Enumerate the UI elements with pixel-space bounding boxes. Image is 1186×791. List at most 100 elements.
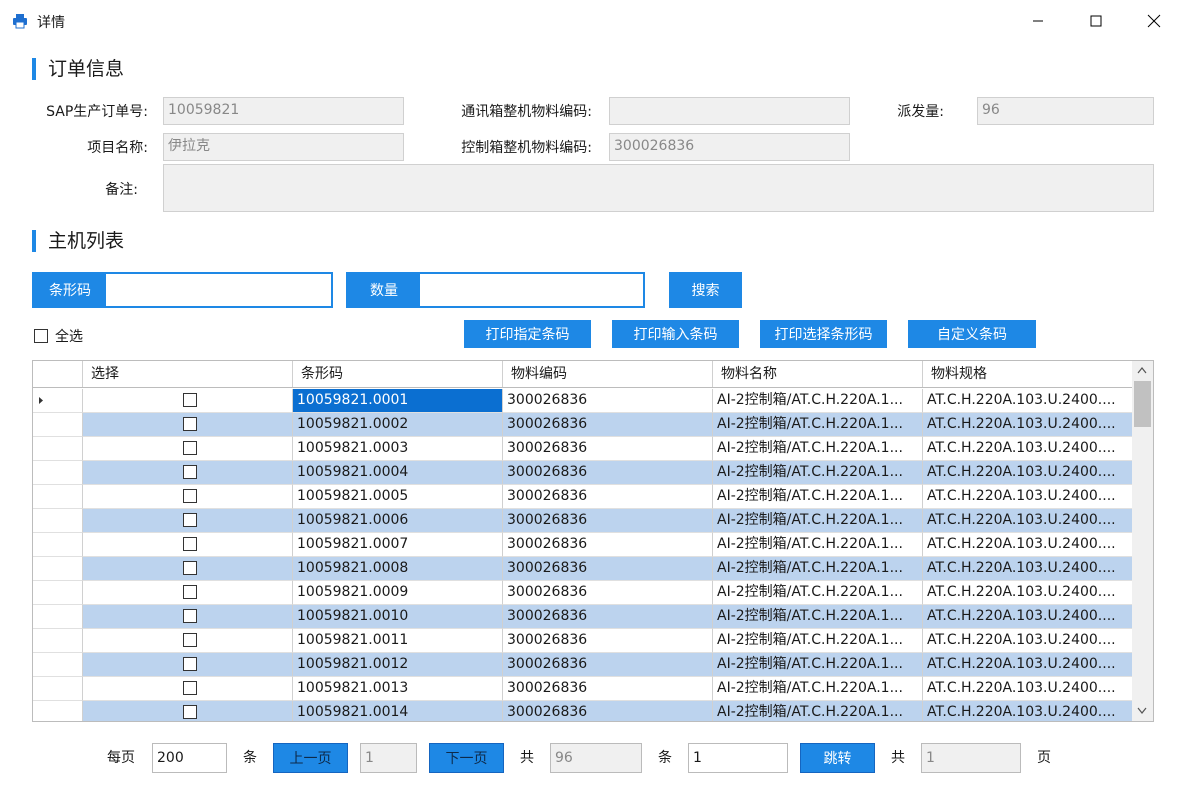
barcode-cell[interactable]: 10059821.0006 bbox=[293, 509, 503, 533]
table-row[interactable]: 10059821.0003 300026836 AI-2控制箱/AT.C.H.220… bbox=[33, 437, 1133, 461]
material-spec-cell[interactable]: AT.C.H.220A.103.U.2400.... bbox=[923, 701, 1133, 721]
row-header[interactable] bbox=[33, 701, 83, 721]
material-spec-cell[interactable]: AT.C.H.220A.103.U.2400.... bbox=[923, 557, 1133, 581]
material-code-cell[interactable]: 300026836 bbox=[503, 509, 713, 533]
table-row[interactable]: 10059821.0007 300026836 AI-2控制箱/AT.C.H.220… bbox=[33, 533, 1133, 557]
barcode-cell[interactable]: 10059821.0004 bbox=[293, 461, 503, 485]
material-spec-cell[interactable]: AT.C.H.220A.103.U.2400.... bbox=[923, 605, 1133, 629]
material-code-cell[interactable]: 300026836 bbox=[503, 677, 713, 701]
row-header[interactable] bbox=[33, 533, 83, 557]
comm-box-code-field[interactable] bbox=[609, 97, 850, 125]
material-spec-cell[interactable]: AT.C.H.220A.103.U.2400.... bbox=[923, 485, 1133, 509]
sap-order-field[interactable]: 10059821 bbox=[163, 97, 404, 125]
material-code-cell[interactable]: 300026836 bbox=[503, 413, 713, 437]
row-header[interactable] bbox=[33, 677, 83, 701]
select-cell[interactable] bbox=[83, 485, 293, 509]
select-cell[interactable] bbox=[83, 413, 293, 437]
material-code-cell[interactable]: 300026836 bbox=[503, 605, 713, 629]
barcode-cell[interactable]: 10059821.0001 bbox=[293, 389, 503, 413]
material-spec-cell[interactable]: AT.C.H.220A.103.U.2400.... bbox=[923, 629, 1133, 653]
table-row[interactable]: 10059821.0011 300026836 AI-2控制箱/AT.C.H.220… bbox=[33, 629, 1133, 653]
row-checkbox[interactable] bbox=[182, 513, 197, 527]
print-specified-button[interactable]: 打印指定条码 bbox=[464, 320, 591, 348]
barcode-input[interactable] bbox=[106, 274, 331, 306]
material-spec-cell[interactable]: AT.C.H.220A.103.U.2400.... bbox=[923, 677, 1133, 701]
material-name-cell[interactable]: AI-2控制箱/AT.C.H.220A.1... bbox=[713, 413, 923, 437]
select-cell[interactable] bbox=[83, 653, 293, 677]
material-code-cell[interactable]: 300026836 bbox=[503, 461, 713, 485]
material-name-cell[interactable]: AI-2控制箱/AT.C.H.220A.1... bbox=[713, 701, 923, 721]
column-header-select[interactable]: 选择 bbox=[83, 361, 293, 387]
select-all-checkbox[interactable] bbox=[34, 329, 48, 343]
row-checkbox[interactable] bbox=[182, 657, 197, 671]
material-name-cell[interactable]: AI-2控制箱/AT.C.H.220A.1... bbox=[713, 461, 923, 485]
table-row[interactable]: 10059821.0005 300026836 AI-2控制箱/AT.C.H.220… bbox=[33, 485, 1133, 509]
material-spec-cell[interactable]: AT.C.H.220A.103.U.2400.... bbox=[923, 653, 1133, 677]
row-checkbox[interactable] bbox=[182, 441, 197, 455]
material-code-cell[interactable]: 300026836 bbox=[503, 533, 713, 557]
barcode-cell[interactable]: 10059821.0007 bbox=[293, 533, 503, 557]
row-header[interactable] bbox=[33, 653, 83, 677]
material-name-cell[interactable]: AI-2控制箱/AT.C.H.220A.1... bbox=[713, 677, 923, 701]
material-name-cell[interactable]: AI-2控制箱/AT.C.H.220A.1... bbox=[713, 581, 923, 605]
current-page-field[interactable]: 1 bbox=[360, 743, 417, 773]
column-header-material-spec[interactable]: 物料规格 bbox=[923, 361, 1133, 387]
print-selected-button[interactable]: 打印选择条形码 bbox=[760, 320, 887, 348]
table-row[interactable]: 10059821.0012 300026836 AI-2控制箱/AT.C.H.220… bbox=[33, 653, 1133, 677]
row-header[interactable] bbox=[33, 605, 83, 629]
material-spec-cell[interactable]: AT.C.H.220A.103.U.2400.... bbox=[923, 461, 1133, 485]
material-name-cell[interactable]: AI-2控制箱/AT.C.H.220A.1... bbox=[713, 533, 923, 557]
column-header-barcode[interactable]: 条形码 bbox=[293, 361, 503, 387]
row-checkbox[interactable] bbox=[182, 585, 197, 599]
prev-page-button[interactable]: 上一页 bbox=[273, 743, 348, 773]
row-checkbox[interactable] bbox=[182, 561, 197, 575]
dispatch-field[interactable]: 96 bbox=[977, 97, 1154, 125]
row-checkbox[interactable] bbox=[182, 393, 197, 407]
material-name-cell[interactable]: AI-2控制箱/AT.C.H.220A.1... bbox=[713, 485, 923, 509]
material-name-cell[interactable]: AI-2控制箱/AT.C.H.220A.1... bbox=[713, 509, 923, 533]
select-cell[interactable] bbox=[83, 437, 293, 461]
maximize-button[interactable] bbox=[1073, 6, 1119, 36]
row-checkbox[interactable] bbox=[182, 633, 197, 647]
jump-button[interactable]: 跳转 bbox=[800, 743, 875, 773]
remark-field[interactable] bbox=[163, 164, 1154, 212]
barcode-cell[interactable]: 10059821.0010 bbox=[293, 605, 503, 629]
column-header-material-name[interactable]: 物料名称 bbox=[713, 361, 923, 387]
custom-barcode-button[interactable]: 自定义条码 bbox=[908, 320, 1036, 348]
barcode-cell[interactable]: 10059821.0005 bbox=[293, 485, 503, 509]
material-spec-cell[interactable]: AT.C.H.220A.103.U.2400.... bbox=[923, 413, 1133, 437]
select-cell[interactable] bbox=[83, 581, 293, 605]
material-name-cell[interactable]: AI-2控制箱/AT.C.H.220A.1... bbox=[713, 653, 923, 677]
material-code-cell[interactable]: 300026836 bbox=[503, 701, 713, 721]
row-checkbox[interactable] bbox=[182, 609, 197, 623]
select-cell[interactable] bbox=[83, 509, 293, 533]
material-name-cell[interactable]: AI-2控制箱/AT.C.H.220A.1... bbox=[713, 437, 923, 461]
row-header[interactable] bbox=[33, 509, 83, 533]
material-code-cell[interactable]: 300026836 bbox=[503, 629, 713, 653]
table-row[interactable]: 10059821.0009 300026836 AI-2控制箱/AT.C.H.220… bbox=[33, 581, 1133, 605]
total-count-field[interactable]: 96 bbox=[550, 743, 642, 773]
material-code-cell[interactable]: 300026836 bbox=[503, 581, 713, 605]
select-cell[interactable] bbox=[83, 533, 293, 557]
barcode-cell[interactable]: 10059821.0008 bbox=[293, 557, 503, 581]
select-cell[interactable] bbox=[83, 557, 293, 581]
column-header-material-code[interactable]: 物料编码 bbox=[503, 361, 713, 387]
select-all[interactable]: 全选 bbox=[34, 326, 83, 346]
row-checkbox[interactable] bbox=[182, 417, 197, 431]
barcode-cell[interactable]: 10059821.0003 bbox=[293, 437, 503, 461]
table-row[interactable]: 10059821.0006 300026836 AI-2控制箱/AT.C.H.220… bbox=[33, 509, 1133, 533]
barcode-cell[interactable]: 10059821.0002 bbox=[293, 413, 503, 437]
row-header[interactable] bbox=[33, 629, 83, 653]
barcode-cell[interactable]: 10059821.0009 bbox=[293, 581, 503, 605]
material-spec-cell[interactable]: AT.C.H.220A.103.U.2400.... bbox=[923, 509, 1133, 533]
barcode-cell[interactable]: 10059821.0011 bbox=[293, 629, 503, 653]
total-pages-field[interactable]: 1 bbox=[921, 743, 1021, 773]
quantity-input[interactable] bbox=[420, 274, 643, 306]
table-row[interactable]: 10059821.0001 300026836 AI-2控制箱/AT.C.H.220… bbox=[33, 389, 1133, 413]
select-cell[interactable] bbox=[83, 677, 293, 701]
material-spec-cell[interactable]: AT.C.H.220A.103.U.2400.... bbox=[923, 581, 1133, 605]
project-name-field[interactable]: 伊拉克 bbox=[163, 133, 404, 161]
material-name-cell[interactable]: AI-2控制箱/AT.C.H.220A.1... bbox=[713, 389, 923, 413]
row-header[interactable] bbox=[33, 581, 83, 605]
row-header[interactable] bbox=[33, 389, 83, 413]
